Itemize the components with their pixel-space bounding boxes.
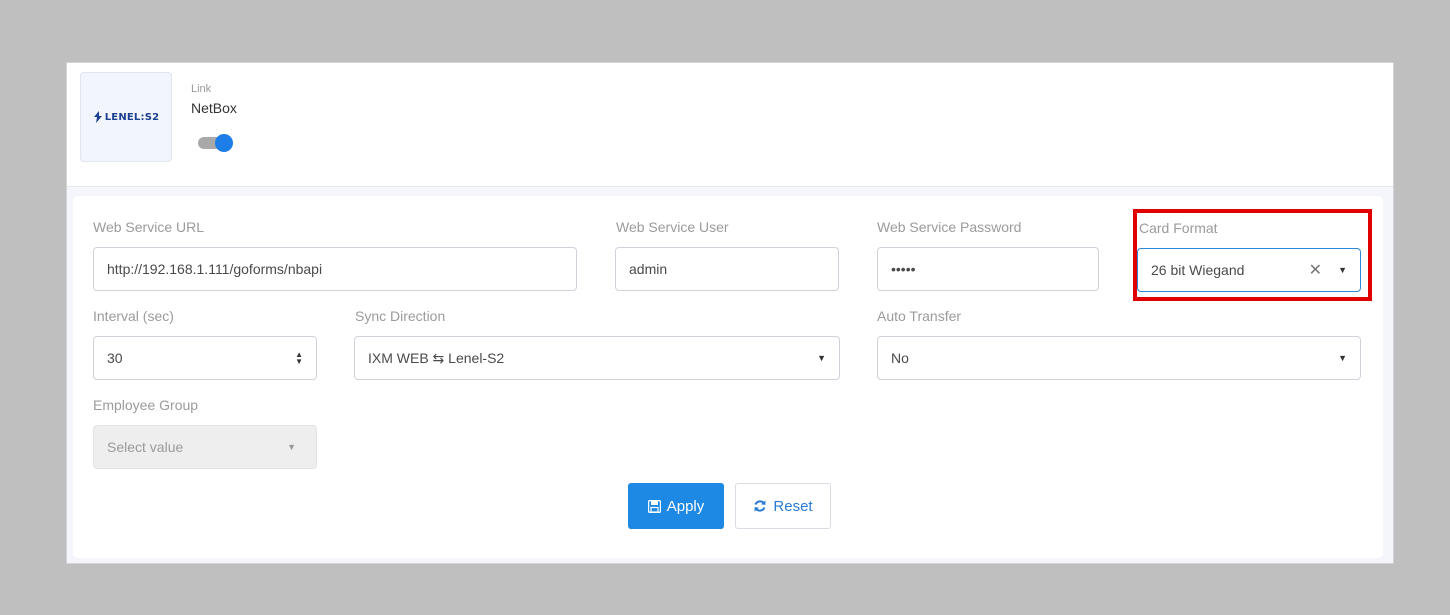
web-service-user-input[interactable]: admin [615,247,839,291]
reset-button[interactable]: Reset [735,483,831,529]
caret-down-icon[interactable]: ▼ [817,353,826,363]
sync-direction-value: IXM WEB ⇆ Lenel-S2 [368,349,505,366]
toggle-knob [215,134,233,152]
spinner-arrows-icon[interactable]: ▲ ▼ [295,351,303,366]
caret-down-icon[interactable]: ▼ [1338,265,1347,275]
auto-transfer-select[interactable]: No ▼ [877,336,1361,380]
link-label: Link [191,83,212,95]
lenel-s2-logo: LENEL:S2 [93,111,160,123]
refresh-icon [754,500,766,512]
logo-text: LENEL:S2 [104,111,160,123]
web-service-url-label: Web Service URL [93,219,205,235]
link-toggle[interactable] [198,132,235,154]
close-icon[interactable]: ✕ [1309,260,1322,280]
reset-label: Reset [773,497,813,515]
card-format-value: 26 bit Wiegand [1151,262,1245,278]
card-format-select[interactable]: 26 bit Wiegand ✕ ▼ [1137,248,1361,292]
caret-down-icon: ▼ [287,442,296,452]
save-icon [647,499,661,513]
interval-value: 30 [107,350,123,366]
lenel-logo-box: LENEL:S2 [80,72,172,162]
web-service-password-input[interactable]: ••••• [877,247,1099,291]
employee-group-placeholder: Select value [107,439,184,455]
interval-stepper[interactable]: 30 ▲ ▼ [93,336,317,380]
employee-group-select[interactable]: Select value ▼ [93,425,317,469]
web-service-url-value: http://192.168.1.111/goforms/nbapi [107,261,323,277]
web-service-user-value: admin [629,261,668,277]
auto-transfer-value: No [891,350,909,366]
web-service-user-label: Web Service User [616,219,729,235]
web-service-url-input[interactable]: http://192.168.1.111/goforms/nbapi [93,247,577,291]
interval-label: Interval (sec) [93,308,174,324]
apply-button[interactable]: Apply [628,483,724,529]
apply-label: Apply [666,497,705,515]
integration-header: LENEL:S2 Link NetBox [67,63,1393,187]
integration-card: LENEL:S2 Link NetBox Web Service URL htt… [66,62,1394,564]
sync-direction-label: Sync Direction [355,308,446,324]
link-name: NetBox [191,100,237,116]
sync-direction-select[interactable]: IXM WEB ⇆ Lenel-S2 ▼ [354,336,840,380]
auto-transfer-label: Auto Transfer [877,308,962,324]
settings-panel: Web Service URL http://192.168.1.111/gof… [73,196,1383,558]
lenel-logo-icon [93,111,102,123]
web-service-password-label: Web Service Password [877,219,1022,235]
web-service-password-value: ••••• [891,261,916,277]
card-format-label: Card Format [1139,220,1218,236]
employee-group-label: Employee Group [93,397,199,413]
caret-down-icon[interactable]: ▼ [1338,353,1347,363]
